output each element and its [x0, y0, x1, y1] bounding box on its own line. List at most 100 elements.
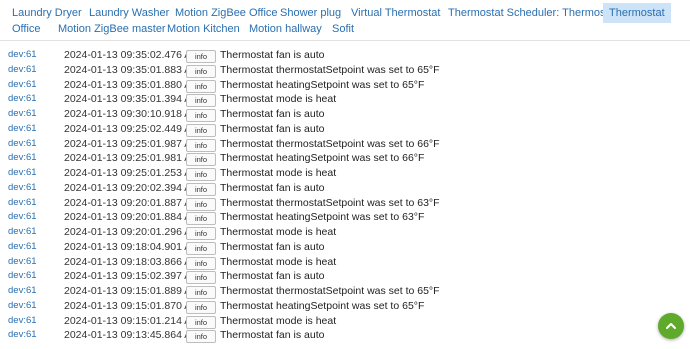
log-timestamp: 2024-01-13 09:20:01.884 AM [64, 211, 201, 224]
log-level-badge: info [186, 212, 216, 226]
device-link[interactable]: dev:61 [8, 255, 37, 270]
log-timestamp: 2024-01-13 09:35:02.476 AM [64, 49, 201, 61]
device-link[interactable]: dev:61 [8, 225, 37, 240]
device-link[interactable]: dev:61 [8, 63, 37, 78]
tab-thermostat[interactable]: Thermostat [603, 3, 671, 23]
device-link[interactable]: dev:61 [8, 328, 37, 343]
log-row: dev:61 2024-01-13 09:25:02.449 AM info Ther… [0, 122, 690, 137]
device-link[interactable]: dev:61 [8, 314, 37, 329]
log-row: dev:61 2024-01-13 09:15:01.214 AM info Ther… [0, 314, 690, 329]
log-row: dev:61 2024-01-13 09:18:03.866 AM info Ther… [0, 255, 690, 270]
log-message: Thermostat fan is auto [220, 329, 325, 342]
log-timestamp: 2024-01-13 09:25:01.987 AM [64, 137, 201, 150]
log-timestamp: 2024-01-13 09:35:01.880 AM [64, 78, 201, 91]
device-link[interactable]: dev:61 [8, 196, 37, 211]
log-level-badge: info [186, 123, 216, 137]
log-level-badge: info [186, 182, 216, 196]
log-message: Thermostat fan is auto [220, 240, 325, 253]
log-timestamp: 2024-01-13 09:15:02.397 AM [64, 270, 201, 283]
log-level-badge: info [186, 79, 216, 93]
log-timestamp: 2024-01-13 09:20:01.296 AM [64, 226, 201, 238]
log-list: dev:61 2024-01-13 09:35:02.476 AM info Ther… [0, 48, 690, 344]
log-level-badge: info [186, 256, 216, 270]
log-timestamp: 2024-01-13 09:35:01.883 AM [64, 63, 201, 76]
log-row: dev:61 2024-01-13 09:20:01.887 AM info Ther… [0, 196, 690, 211]
log-level-badge: info [186, 50, 216, 63]
log-timestamp: 2024-01-13 09:30:10.918 AM [64, 108, 201, 120]
log-timestamp: 2024-01-13 09:35:01.394 AM [64, 93, 201, 106]
log-level-badge: info [186, 94, 216, 108]
device-link[interactable]: dev:61 [8, 210, 37, 225]
log-message: Thermostat heatingSetpoint was set to 63… [220, 211, 425, 224]
device-link[interactable]: dev:61 [8, 181, 37, 196]
log-message: Thermostat heatingSetpoint was set to 65… [220, 299, 425, 312]
device-link[interactable]: dev:61 [8, 48, 37, 63]
log-message: Thermostat mode is heat [220, 314, 337, 327]
log-level-badge: info [186, 315, 216, 329]
device-link[interactable]: dev:61 [8, 284, 37, 299]
log-message: Thermostat mode is heat [220, 255, 337, 268]
tab-thermostat-scheduler[interactable]: Thermostat Scheduler: Thermostat [448, 4, 618, 22]
log-row: dev:61 2024-01-13 09:15:02.397 AM info Ther… [0, 269, 690, 285]
log-level-badge: info [186, 227, 216, 240]
log-row: dev:61 2024-01-13 09:25:01.981 AM info Ther… [0, 151, 690, 167]
log-message: Thermostat mode is heat [220, 167, 337, 179]
log-level-badge: info [186, 138, 216, 152]
log-message: Thermostat fan is auto [220, 108, 325, 120]
device-link[interactable]: dev:61 [8, 137, 37, 152]
log-timestamp: 2024-01-13 09:18:03.866 AM [64, 255, 201, 268]
log-row: dev:61 2024-01-13 09:35:01.394 AM info Ther… [0, 92, 690, 108]
log-row: dev:61 2024-01-13 09:25:01.987 AM info Ther… [0, 137, 690, 152]
log-message: Thermostat fan is auto [220, 122, 325, 135]
log-message: Thermostat mode is heat [220, 226, 337, 238]
log-level-badge: info [186, 64, 216, 78]
log-timestamp: 2024-01-13 09:25:01.981 AM [64, 152, 201, 165]
log-row: dev:61 2024-01-13 09:20:01.296 AM info Ther… [0, 225, 690, 240]
log-row: dev:61 2024-01-13 09:35:01.883 AM info Ther… [0, 63, 690, 78]
log-message: Thermostat thermostatSetpoint was set to… [220, 196, 440, 209]
device-link[interactable]: dev:61 [8, 122, 37, 137]
log-message: Thermostat fan is auto [220, 181, 325, 194]
tab-sofit[interactable]: Sofit [332, 20, 354, 38]
log-timestamp: 2024-01-13 09:20:01.887 AM [64, 196, 201, 209]
log-message: Thermostat mode is heat [220, 93, 337, 106]
log-timestamp: 2024-01-13 09:13:45.864 AM [64, 329, 201, 342]
device-link[interactable]: dev:61 [8, 166, 37, 181]
log-level-badge: info [186, 197, 216, 211]
tab-virtual-thermostat[interactable]: Virtual Thermostat [351, 4, 440, 22]
log-level-badge: info [186, 153, 216, 167]
log-message: Thermostat thermostatSetpoint was set to… [220, 63, 440, 76]
log-level-badge: info [186, 300, 216, 314]
tab-motion-zigbee-master[interactable]: Motion ZigBee master [58, 20, 166, 38]
log-timestamp: 2024-01-13 09:25:01.253 AM [64, 167, 201, 179]
log-message: Thermostat thermostatSetpoint was set to… [220, 285, 440, 297]
device-link[interactable]: dev:61 [8, 299, 37, 314]
log-timestamp: 2024-01-13 09:15:01.214 AM [64, 314, 201, 327]
log-timestamp: 2024-01-13 09:15:01.870 AM [64, 299, 201, 312]
log-timestamp: 2024-01-13 09:25:02.449 AM [64, 122, 201, 135]
log-row: dev:61 2024-01-13 09:30:10.918 AM info Ther… [0, 107, 690, 122]
device-link[interactable]: dev:61 [8, 107, 37, 122]
log-row: dev:61 2024-01-13 09:13:45.864 AM info Ther… [0, 328, 690, 344]
log-row: dev:61 2024-01-13 09:15:01.870 AM info Ther… [0, 299, 690, 314]
log-message: Thermostat heatingSetpoint was set to 66… [220, 152, 425, 165]
device-link[interactable]: dev:61 [8, 269, 37, 284]
log-level-badge: info [186, 271, 216, 285]
log-level-badge: info [186, 241, 216, 255]
tab-motion-kitchen[interactable]: Motion Kitchen [167, 20, 240, 38]
scroll-to-top-button[interactable] [658, 313, 684, 339]
device-link[interactable]: dev:61 [8, 240, 37, 255]
tab-motion-hallway[interactable]: Motion hallway [249, 20, 322, 38]
log-row: dev:61 2024-01-13 09:35:01.880 AM info Ther… [0, 78, 690, 93]
log-timestamp: 2024-01-13 09:20:02.394 AM [64, 181, 201, 194]
log-row: dev:61 2024-01-13 09:20:02.394 AM info Ther… [0, 181, 690, 196]
log-message: Thermostat fan is auto [220, 270, 325, 283]
device-link[interactable]: dev:61 [8, 151, 37, 166]
log-row: dev:61 2024-01-13 09:20:01.884 AM info Ther… [0, 210, 690, 226]
log-level-badge: info [186, 286, 216, 299]
log-level-badge: info [186, 330, 216, 344]
chevron-up-icon [666, 323, 676, 329]
device-link[interactable]: dev:61 [8, 78, 37, 93]
tab-office[interactable]: Office [12, 20, 41, 38]
device-link[interactable]: dev:61 [8, 92, 37, 107]
